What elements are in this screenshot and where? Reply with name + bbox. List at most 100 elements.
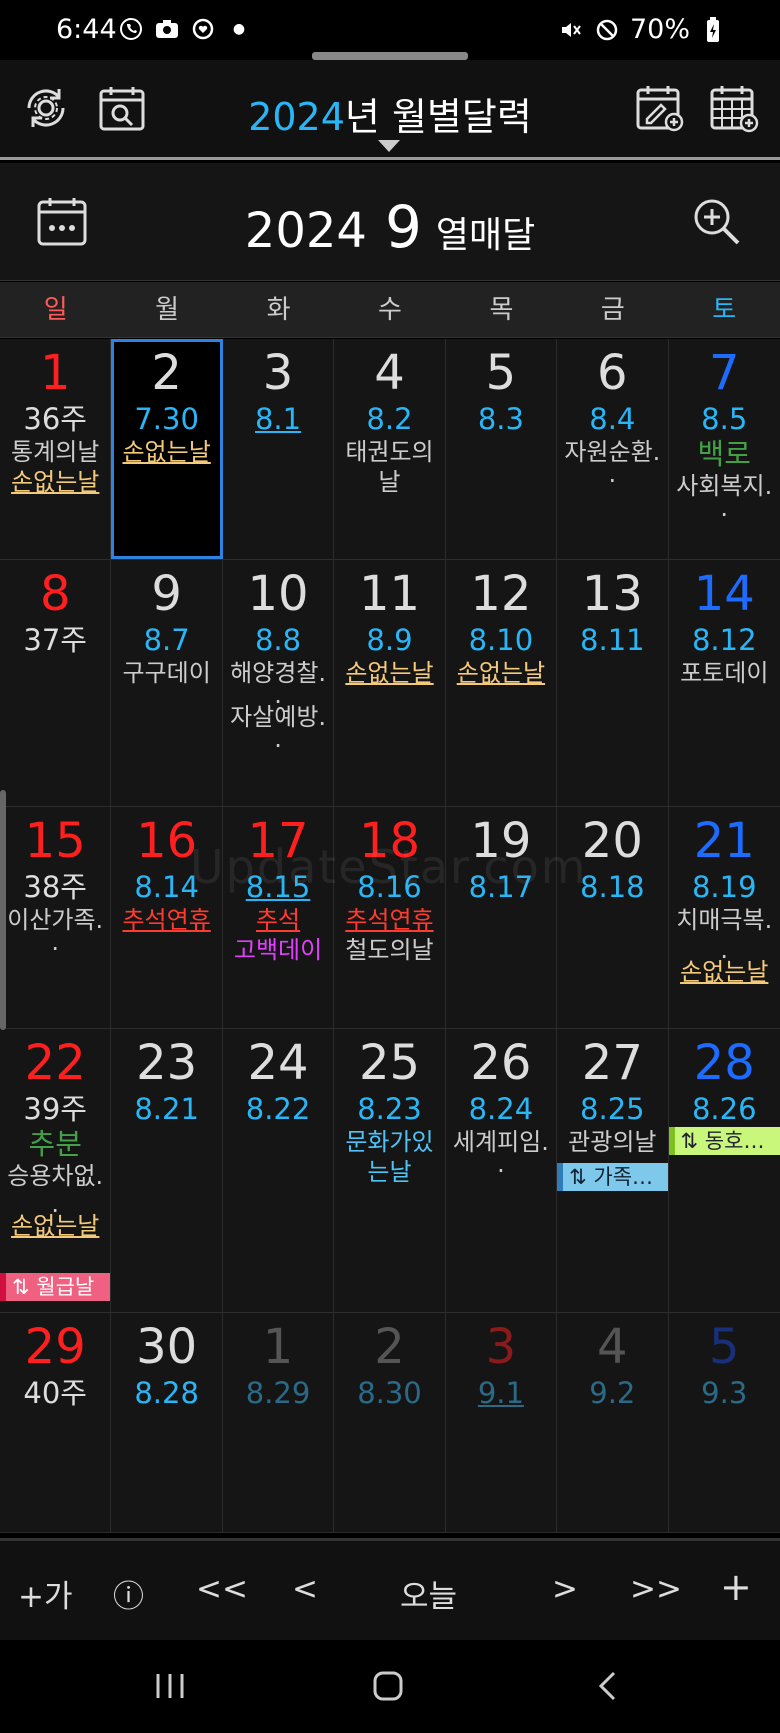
event-label: 관광의날: [568, 1128, 657, 1156]
day-cell[interactable]: 10 8.8 해양경찰. . 자살예방. .: [222, 560, 335, 806]
day-cell[interactable]: 9 8.7 구구데이: [111, 560, 223, 806]
app-bar: 2024년 월별달력: [0, 60, 780, 160]
event-label: 포토데이: [680, 659, 769, 687]
day-number: 13: [581, 566, 643, 622]
add-text-button[interactable]: +가: [18, 1571, 73, 1616]
lunar-date: 8.25: [580, 1092, 645, 1126]
drag-handle[interactable]: [312, 52, 468, 60]
event-label: .: [497, 1150, 505, 1178]
day-cell[interactable]: 13 8.11: [557, 560, 669, 806]
event-label: 철도의날: [345, 936, 434, 964]
prev-month-button[interactable]: <: [292, 1571, 318, 1607]
day-number: 12: [470, 566, 532, 622]
event-label: 고백데이: [233, 936, 323, 964]
day-cell[interactable]: 27 8.25 관광의날 ⇅ 가족…: [557, 1029, 669, 1312]
weekday-fri: 금: [600, 295, 625, 325]
day-cell[interactable]: 5 8.3: [445, 339, 558, 559]
day-cell-next-month[interactable]: 5 9.3: [668, 1313, 780, 1532]
day-cell-next-month[interactable]: 2 8.30: [334, 1313, 446, 1532]
day-number: 6: [597, 345, 628, 401]
next-month-button[interactable]: >: [552, 1571, 578, 1607]
app-title-year: 2024: [248, 95, 345, 139]
event-label: .: [720, 936, 729, 964]
home-button[interactable]: [366, 1666, 410, 1710]
back-button[interactable]: [586, 1666, 630, 1710]
day-cell[interactable]: 6 8.4 자원순환. .: [557, 339, 669, 559]
edit-event-button[interactable]: [634, 84, 686, 136]
event-label: 구구데이: [122, 659, 211, 687]
day-number: 15: [24, 813, 86, 869]
month-title[interactable]: 2024 9 열매달: [0, 193, 780, 261]
day-cell-today[interactable]: 2 7.30 손없는날: [111, 339, 223, 559]
month-title-year: 2024: [244, 203, 367, 259]
day-cell[interactable]: 11 8.9 손없는날: [334, 560, 446, 806]
home-icon: [372, 1670, 404, 1706]
day-number: 22: [24, 1035, 86, 1091]
day-cell[interactable]: 14 8.12 포토데이: [668, 560, 780, 806]
back-icon: [596, 1670, 620, 1706]
lunar-date: 8.5: [701, 402, 748, 436]
event-label: 손없는날: [680, 958, 769, 986]
weekday-thu: 목: [489, 295, 514, 325]
zoom-in-button[interactable]: [686, 193, 746, 253]
lunar-date: 8.29: [245, 1376, 311, 1410]
day-cell[interactable]: 29 40주: [0, 1313, 112, 1532]
prev-year-button[interactable]: <<: [196, 1571, 248, 1607]
month-header: 2024 9 열매달: [0, 163, 780, 281]
day-cell[interactable]: 12 8.10 손없는날: [445, 560, 558, 806]
schedule-tag[interactable]: ⇅ 가족…: [557, 1163, 668, 1191]
day-cell[interactable]: 21 8.19 치매극복. . 손없는날: [668, 807, 780, 1028]
add-calendar-button[interactable]: [708, 84, 760, 136]
app-title-suffix: 년 월별달력: [344, 95, 532, 139]
day-cell[interactable]: 30 8.28: [111, 1313, 223, 1532]
weekday-sun: 일: [43, 295, 68, 325]
day-number: 4: [374, 345, 405, 401]
day-cell-next-month[interactable]: 1 8.29: [222, 1313, 335, 1532]
schedule-tag[interactable]: ⇅ 동호…: [668, 1127, 780, 1155]
add-event-button[interactable]: +: [720, 1565, 752, 1609]
day-number: 27: [581, 1035, 643, 1091]
day-number: 28: [693, 1035, 755, 1091]
event-label: .: [720, 494, 729, 522]
schedule-tag[interactable]: ⇅ 월급날: [0, 1273, 111, 1301]
next-year-button[interactable]: >>: [630, 1571, 682, 1607]
day-number: 14: [693, 566, 755, 622]
event-label: 태권도의: [345, 438, 434, 466]
recent-apps-icon: [153, 1671, 187, 1705]
day-cell[interactable]: 24 8.22: [222, 1029, 335, 1312]
day-cell[interactable]: 7 8.5 백로 사회복지. .: [668, 339, 780, 559]
day-number: 25: [358, 1035, 421, 1091]
lunar-date: 8.3: [477, 402, 524, 436]
event-label: 통계의날: [11, 438, 100, 466]
lunar-date: 8.7: [143, 623, 190, 657]
side-panel-handle[interactable]: [0, 790, 6, 1030]
day-cell[interactable]: 15 38주 이산가족. .: [0, 807, 112, 1028]
day-cell-next-month[interactable]: 4 9.2: [557, 1313, 669, 1532]
today-button[interactable]: 오늘: [400, 1571, 457, 1616]
recent-apps-button[interactable]: [148, 1666, 192, 1710]
month-title-name: 열매달: [435, 215, 536, 256]
day-cell[interactable]: 23 8.21: [111, 1029, 223, 1312]
day-number: 10: [247, 566, 309, 622]
day-cell[interactable]: 26 8.24 세계피임. .: [445, 1029, 558, 1312]
day-cell[interactable]: 28 8.26 ⇅ 동호…: [668, 1029, 780, 1312]
day-cell[interactable]: 3 8.1: [222, 339, 335, 559]
day-number: 24: [247, 1035, 309, 1091]
day-cell[interactable]: 8 37주: [0, 560, 112, 806]
week-row: 29 40주 30 8.28 1 8.29 2 8.30 3 9.1 4 9.2…: [0, 1313, 780, 1533]
lunar-date: 8.9: [366, 623, 413, 657]
day-cell[interactable]: 22 39주 추분 승용차없. . 손없는날 ⇅ 월급날: [0, 1029, 112, 1312]
day-cell[interactable]: 4 8.2 태권도의 날: [334, 339, 446, 559]
day-cell[interactable]: 1 36주 통계의날 손없는날: [0, 339, 112, 559]
event-label: .: [274, 681, 282, 709]
do-not-disturb-icon: [594, 17, 620, 43]
day-cell-next-month[interactable]: 3 9.1: [445, 1313, 558, 1532]
info-button[interactable]: ⓘ: [113, 1571, 144, 1616]
day-number: 4: [597, 1319, 628, 1375]
day-cell[interactable]: 25 8.23 문화가있 는날: [334, 1029, 446, 1312]
chevron-down-icon[interactable]: [378, 140, 400, 152]
lunar-date: 8.19: [691, 870, 757, 904]
day-number: 5: [485, 345, 517, 401]
camera-icon: [154, 16, 180, 42]
weekday-header: 일 월 화 수 목 금 토: [0, 282, 780, 338]
